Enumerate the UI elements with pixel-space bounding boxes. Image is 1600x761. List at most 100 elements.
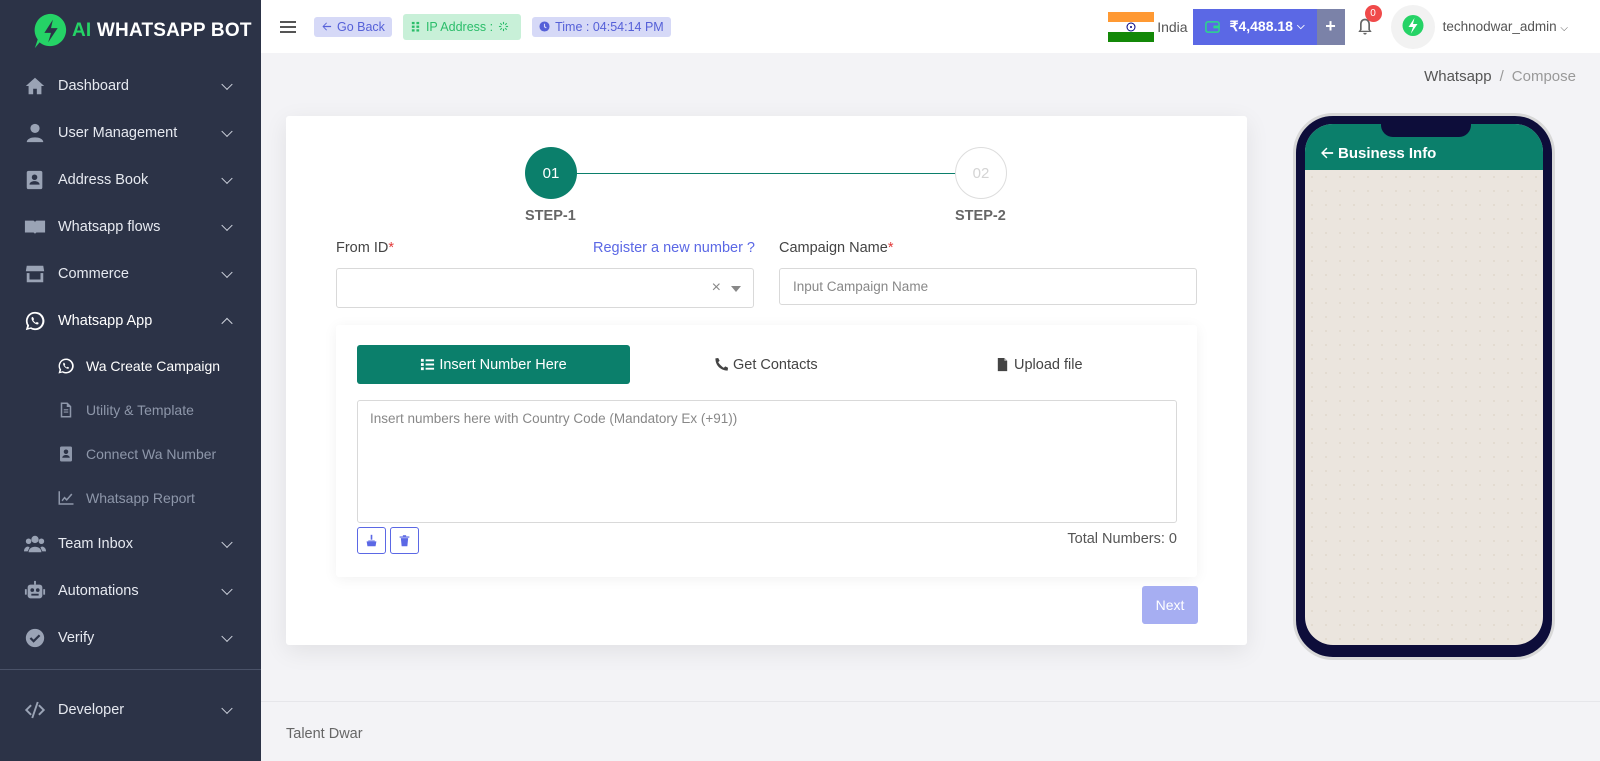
file-icon <box>997 357 1008 372</box>
sidebar-item-label: Whatsapp App <box>58 312 153 329</box>
phone-icon <box>715 357 729 371</box>
grip-icon <box>411 21 420 32</box>
sidebar-item-label: Whatsapp flows <box>58 218 161 235</box>
user-icon <box>24 122 46 144</box>
topbar-right: India ₹4,488.18 ⌵ + 0 technodwar_admin ⌵ <box>1108 0 1600 53</box>
sidebar-divider <box>0 669 261 670</box>
sidebar-item-verify[interactable]: Verify <box>0 614 261 661</box>
tab-get-contacts[interactable]: Get Contacts <box>714 345 818 384</box>
sidebar-item-label: Developer <box>58 701 125 718</box>
chevron-down-icon: ⌵ <box>1560 23 1568 34</box>
sidebar-item-automations[interactable]: Automations <box>0 567 261 614</box>
sidebar-item-label: Team Inbox <box>58 535 133 552</box>
footer: Talent Dwar <box>261 701 1600 761</box>
sidebar-item-commerce[interactable]: Commerce <box>0 250 261 297</box>
sidebar-item-label: Dashboard <box>58 77 129 94</box>
step-2-indicator: 02 <box>955 147 1007 199</box>
wallet-balance: ₹4,488.18 <box>1229 18 1293 34</box>
arrow-left-icon <box>322 22 332 31</box>
from-id-label: From ID* <box>336 240 395 256</box>
from-id-select[interactable]: × <box>336 268 754 308</box>
numbers-textarea[interactable] <box>357 400 1177 523</box>
username-dropdown[interactable]: technodwar_admin ⌵ <box>1443 19 1568 34</box>
ip-address-badge: IP Address : <box>402 13 522 40</box>
add-funds-button[interactable]: + <box>1316 8 1345 45</box>
sidebar-item-user-management[interactable]: User Management <box>0 109 261 156</box>
avatar-logo-icon <box>1402 14 1424 36</box>
file-text-icon <box>56 400 76 420</box>
caret-down-icon[interactable] <box>731 286 741 292</box>
sidebar-item-address-book[interactable]: Address Book <box>0 156 261 203</box>
home-icon <box>24 75 46 97</box>
sidebar-subitem-whatsapp-report[interactable]: Whatsapp Report <box>0 476 261 520</box>
chevron-down-icon <box>221 78 233 90</box>
chevron-down-icon <box>221 630 233 642</box>
sidebar-item-developer[interactable]: Developer <box>0 686 261 733</box>
notifications-button[interactable]: 0 <box>1345 4 1385 45</box>
contact-card-icon <box>56 444 76 464</box>
clear-icon[interactable]: × <box>712 279 721 297</box>
sidebar-subitem-wa-create-campaign[interactable]: Wa Create Campaign <box>0 344 261 388</box>
chart-line-icon <box>56 488 76 508</box>
breadcrumb-separator: / <box>1499 68 1504 85</box>
sidebar: AI WHATSAPP BOT Dashboard User Managemen… <box>0 0 261 761</box>
tab-upload-file[interactable]: Upload file <box>995 345 1083 384</box>
brand[interactable]: AI WHATSAPP BOT <box>0 0 261 62</box>
avatar[interactable] <box>1390 4 1435 49</box>
clean-numbers-button[interactable] <box>357 527 386 554</box>
breadcrumb: Whatsapp / Compose <box>1424 68 1576 85</box>
brand-logo-icon <box>34 13 67 49</box>
tab-insert-number[interactable]: Insert Number Here <box>357 345 630 384</box>
sidebar-subitem-label: Utility & Template <box>86 402 194 418</box>
breadcrumb-whatsapp[interactable]: Whatsapp <box>1424 68 1492 85</box>
sidebar-item-label: Commerce <box>58 265 129 282</box>
trash-icon <box>399 535 410 547</box>
campaign-name-label: Campaign Name* <box>779 240 894 256</box>
chat-background <box>1305 170 1543 645</box>
phone-preview: Business Info <box>1293 113 1555 660</box>
notification-count: 0 <box>1364 4 1382 22</box>
numbers-panel: Insert Number Here Get Contacts Upload f… <box>336 325 1197 577</box>
store-icon <box>24 263 46 285</box>
country-label[interactable]: India <box>1157 19 1187 35</box>
whatsapp-icon <box>24 310 46 332</box>
robot-icon <box>24 580 46 602</box>
chevron-down-icon <box>221 219 233 231</box>
sidebar-subitem-label: Wa Create Campaign <box>86 358 221 374</box>
whatsapp-app-submenu: Wa Create Campaign Utility & Template Co… <box>0 344 261 520</box>
wallet-icon <box>1204 21 1220 33</box>
sidebar-item-dashboard[interactable]: Dashboard <box>0 62 261 109</box>
wallet-balance-dropdown[interactable]: ₹4,488.18 ⌵ <box>1192 8 1317 45</box>
footer-text: Talent Dwar <box>286 726 363 742</box>
phone-title: Business Info <box>1338 144 1437 162</box>
sidebar-item-label: User Management <box>58 124 178 141</box>
sidebar-subitem-utility-template[interactable]: Utility & Template <box>0 388 261 432</box>
go-back-button[interactable]: Go Back <box>314 16 392 37</box>
menu-toggle-icon[interactable] <box>280 18 296 36</box>
chevron-down-icon <box>221 702 233 714</box>
total-numbers: Total Numbers: 0 <box>1067 531 1177 547</box>
chevron-down-icon <box>221 125 233 137</box>
next-button[interactable]: Next <box>1142 586 1198 624</box>
brand-text: AI WHATSAPP BOT <box>72 20 252 41</box>
campaign-name-input[interactable] <box>779 268 1197 305</box>
step-1-indicator: 01 <box>525 147 577 199</box>
register-number-link[interactable]: Register a new number ? <box>593 240 755 256</box>
breadcrumb-compose: Compose <box>1511 68 1576 85</box>
tab-contacts-label: Get Contacts <box>733 356 818 373</box>
chevron-down-icon <box>221 266 233 278</box>
sidebar-item-whatsapp-app[interactable]: Whatsapp App <box>0 297 261 344</box>
loading-spinner-icon <box>499 21 509 32</box>
broom-icon <box>366 534 377 547</box>
time-badge: Time : 04:54:14 PM <box>532 16 671 37</box>
clock-icon <box>539 21 550 32</box>
sidebar-item-team-inbox[interactable]: Team Inbox <box>0 520 261 567</box>
delete-numbers-button[interactable] <box>390 527 419 554</box>
sidebar-item-label: Verify <box>58 629 95 646</box>
ip-address-label: IP Address : <box>425 19 494 34</box>
sidebar-subitem-connect-wa-number[interactable]: Connect Wa Number <box>0 432 261 476</box>
sidebar-item-whatsapp-flows[interactable]: Whatsapp flows <box>0 203 261 250</box>
username-label: technodwar_admin <box>1442 19 1557 34</box>
india-flag-icon[interactable] <box>1108 11 1155 42</box>
sidebar-subitem-label: Connect Wa Number <box>86 446 217 462</box>
